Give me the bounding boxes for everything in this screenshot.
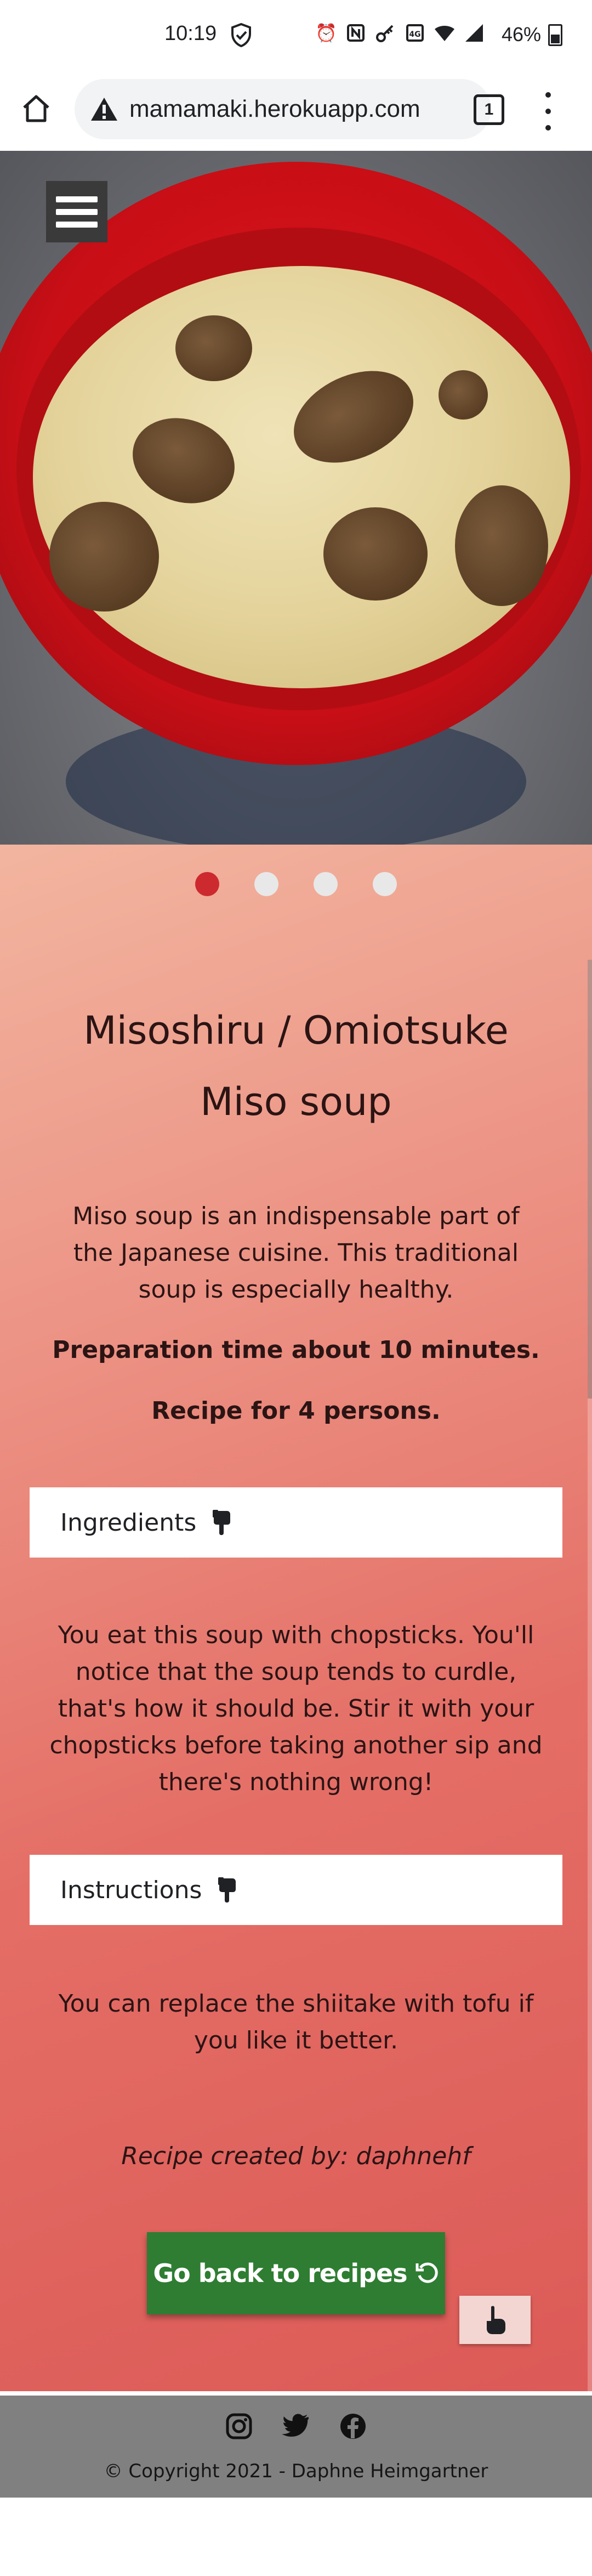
alarm-icon: ⏰ (315, 22, 337, 43)
carousel-dot-3[interactable] (314, 872, 338, 896)
ingredients-accordion[interactable]: Ingredients (30, 1487, 562, 1558)
servings: Recipe for 4 persons. (151, 1397, 441, 1425)
instagram-icon[interactable] (225, 2412, 253, 2441)
address-bar[interactable]: mamamaki.herokuapp.com (75, 79, 491, 139)
carousel-indicators (0, 872, 592, 899)
shield-icon (231, 23, 251, 47)
recipe-subtitle: Miso soup (200, 1079, 392, 1124)
battery-percent: 46% (502, 23, 542, 46)
hamburger-menu-icon[interactable] (46, 181, 107, 242)
hand-point-up-icon (487, 2306, 505, 2334)
scroll-to-top-button[interactable] (459, 2296, 531, 2344)
warning-icon[interactable] (90, 97, 118, 122)
preparation-time: Preparation time about 10 minutes. (52, 1336, 540, 1364)
hero-image-miso-soup (0, 151, 592, 845)
back-button-label: Go back to recipes (153, 2258, 407, 2288)
home-icon[interactable] (20, 92, 53, 125)
carousel-dot-1[interactable] (195, 872, 219, 896)
instructions-label: Instructions (60, 1876, 202, 1904)
browser-toolbar: mamamaki.herokuapp.com 1 (0, 71, 592, 151)
recipe-title: Misoshiru / Omiotsuke (83, 1008, 509, 1053)
nfc-icon (345, 22, 367, 44)
signal-icon (463, 22, 485, 44)
tab-switcher-button[interactable]: 1 (474, 94, 504, 125)
battery-icon (548, 24, 562, 46)
wifi-icon (434, 22, 456, 44)
ingredients-note: You eat this soup with chopsticks. You'l… (49, 1621, 543, 1796)
url-text[interactable]: mamamaki.herokuapp.com (129, 95, 480, 123)
data-saver-icon: 4G (404, 22, 426, 44)
facebook-icon[interactable] (339, 2412, 367, 2441)
hand-point-down-icon (213, 1510, 231, 1535)
hand-point-down-icon (218, 1877, 236, 1903)
back-to-recipes-button[interactable]: Go back to recipes (147, 2232, 445, 2314)
footer: © Copyright 2021 - Daphne Heimgartner (0, 2396, 592, 2498)
instructions-note: You can replace the shiitake with tofu i… (58, 1990, 534, 2054)
browser-menu-icon[interactable] (540, 92, 556, 131)
instructions-accordion[interactable]: Instructions (30, 1855, 562, 1925)
social-links (0, 2412, 592, 2441)
undo-icon (415, 2262, 438, 2283)
status-time: 10:19 (164, 22, 217, 45)
svg-text:4G: 4G (409, 30, 420, 39)
ingredients-label: Ingredients (60, 1508, 197, 1537)
carousel-dot-4[interactable] (373, 872, 397, 896)
footer-divider (0, 2391, 592, 2396)
carousel-dot-2[interactable] (254, 872, 278, 896)
recipe-author: Recipe created by: daphnehf (121, 2142, 471, 2170)
status-bar: 10:19 ⏰ 4G 46% (0, 0, 592, 71)
copyright-text: © Copyright 2021 - Daphne Heimgartner (104, 2460, 488, 2482)
status-icons: ⏰ 4G (315, 22, 485, 44)
page-bottom-blank (0, 2498, 592, 2576)
recipe-intro: Miso soup is an indispensable part of th… (72, 1202, 520, 1304)
key-icon (374, 22, 396, 44)
twitter-icon[interactable] (282, 2412, 310, 2441)
